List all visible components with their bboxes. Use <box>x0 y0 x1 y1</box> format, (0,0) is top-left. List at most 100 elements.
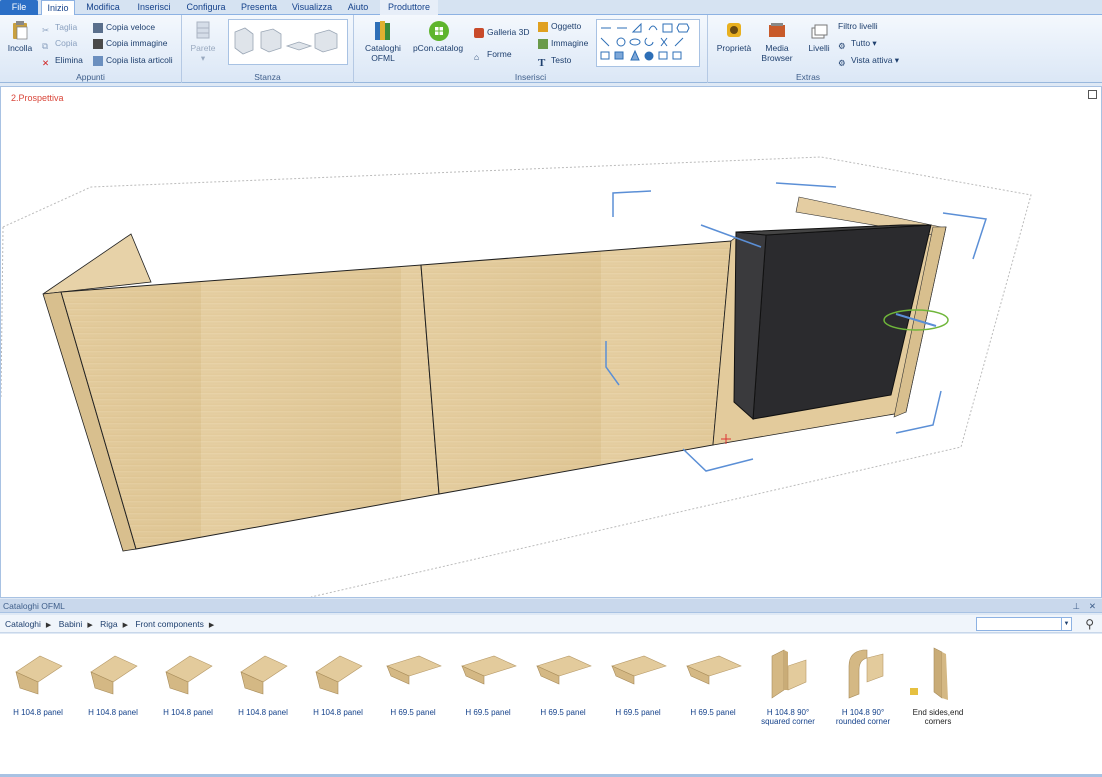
catalog-item[interactable]: H 104.8 90° squared corner <box>752 642 824 726</box>
panel-thumbnail <box>165 655 213 695</box>
paste-button[interactable]: Incolla <box>4 20 36 53</box>
tab-file[interactable]: File <box>0 0 38 15</box>
crumb-front-components[interactable]: Front components <box>135 619 204 629</box>
clipboard-icon <box>10 20 30 40</box>
image-button[interactable]: Immagine <box>538 36 588 50</box>
tab-aiuto[interactable]: Aiuto <box>342 0 374 15</box>
crumb-cataloghi[interactable]: Cataloghi <box>5 619 41 629</box>
chevron-right-icon: ▶ <box>45 622 52 629</box>
crumb-babini[interactable]: Babini <box>59 619 83 629</box>
shapes-icon: ⌂ <box>474 51 480 62</box>
group-extras: Proprietà Media Browser Livelli Filtro l… <box>708 15 908 83</box>
tab-presenta[interactable]: Presenta <box>236 0 282 15</box>
properties-icon <box>724 20 744 40</box>
catalog-items: H 104.8 panel H 104.8 panel H 104.8 pane… <box>0 634 1102 774</box>
group-stanza: Parete ▾ Stanza <box>182 15 354 83</box>
catalog-item[interactable]: H 69.5 panel <box>677 642 749 717</box>
panel-thumbnail <box>536 655 592 685</box>
levels-button[interactable]: Livelli <box>802 20 836 53</box>
room-shapes-icon <box>234 27 338 55</box>
scissors-icon: ✂ <box>42 24 50 35</box>
group-label: Appunti <box>76 72 105 82</box>
catalog-item[interactable]: H 104.8 panel <box>77 642 149 717</box>
catalog-item[interactable]: H 104.8 panel <box>227 642 299 717</box>
folder-icon <box>910 688 918 695</box>
text-icon: T <box>538 56 546 69</box>
text-button[interactable]: T Testo <box>538 53 571 69</box>
viewport-3d[interactable]: 2.Prospettiva <box>0 86 1102 598</box>
object-icon <box>538 21 548 32</box>
gallery-3d-button[interactable]: Galleria 3D <box>474 25 530 39</box>
quick-copy-button[interactable]: Copia veloce <box>93 20 155 34</box>
object-button[interactable]: Oggetto <box>538 19 581 33</box>
quick-copy-icon <box>93 22 103 33</box>
copy-icon: ⧉ <box>42 40 49 51</box>
group-appunti: Incolla ✂ Taglia ⧉ Copia ✕ Elimina Copia ve… <box>0 15 182 83</box>
tab-modifica[interactable]: Modifica <box>80 0 126 15</box>
chevron-right-icon: ▶ <box>122 622 128 629</box>
tab-visualizza[interactable]: Visualizza <box>288 0 336 15</box>
panel-thumbnail <box>90 655 138 695</box>
chevron-right-icon: ▶ <box>208 622 215 629</box>
catalog-item[interactable]: H 69.5 panel <box>452 642 524 717</box>
ribbon-tabs: File Inizio Modifica Inserisci Configura… <box>0 0 1102 16</box>
delete-icon: ✕ <box>42 57 50 68</box>
panel-thumbnail <box>315 655 363 695</box>
front-panel-2[interactable] <box>420 240 732 495</box>
ofml-catalogs-button[interactable]: Cataloghi OFML <box>360 20 406 63</box>
pcon-catalog-button[interactable]: pCon.catalog <box>410 20 466 53</box>
list-icon <box>93 55 103 66</box>
draw-tools-icon <box>600 22 690 61</box>
catalog-item[interactable]: H 69.5 panel <box>602 642 674 717</box>
copy-list-button[interactable]: Copia lista articoli <box>93 53 173 67</box>
image-icon <box>538 38 548 49</box>
copy-image-button[interactable]: Copia immagine <box>93 36 167 50</box>
room-gallery[interactable] <box>228 19 348 65</box>
wall-icon <box>193 20 213 40</box>
catalog-item[interactable]: H 104.8 panel <box>2 642 74 717</box>
close-icon[interactable]: ✕ <box>1089 599 1096 613</box>
pin-icon[interactable]: ⊥ <box>1073 599 1080 613</box>
active-view-dropdown[interactable]: ⚙ Vista attiva ▾ <box>838 53 899 68</box>
search-input[interactable]: ▼ <box>976 617 1072 631</box>
chevron-down-icon[interactable]: ▼ <box>1061 618 1071 630</box>
wall-button[interactable]: Parete ▾ <box>188 20 218 63</box>
catalog-item[interactable]: End sides,end corners <box>902 642 974 726</box>
tab-inizio[interactable]: Inizio <box>41 0 75 16</box>
corner-thumbnail <box>771 649 807 699</box>
catalog-item[interactable]: H 104.8 panel <box>152 642 224 717</box>
catalog-item[interactable]: H 69.5 panel <box>527 642 599 717</box>
cut-button[interactable]: ✂ Taglia <box>42 20 77 35</box>
tab-inserisci[interactable]: Inserisci <box>130 0 178 15</box>
corner-thumbnail <box>848 649 884 699</box>
panel-thumbnail <box>386 655 442 685</box>
catalog-item[interactable]: H 104.8 panel <box>302 642 374 717</box>
panel-thumbnail <box>15 655 63 695</box>
catalog-item[interactable]: H 104.8 90° rounded corner <box>827 642 899 726</box>
levels-icon <box>809 20 829 40</box>
panel-thumbnail <box>686 655 742 685</box>
panel-thumbnail <box>611 655 667 685</box>
properties-button[interactable]: Proprietà <box>714 20 754 53</box>
left-end-panel[interactable] <box>42 233 152 295</box>
view-icon: ⚙ <box>838 57 846 68</box>
level-filter-button[interactable]: Filtro livelli <box>838 19 878 33</box>
camera-icon <box>93 38 103 49</box>
tab-produttore[interactable]: Produttore <box>380 0 438 15</box>
catalog-item[interactable]: H 69.5 panel <box>377 642 449 717</box>
all-dropdown[interactable]: ⚙ Tutto ▾ <box>838 36 877 51</box>
delete-button[interactable]: ✕ Elimina <box>42 53 83 68</box>
media-browser-button[interactable]: Media Browser <box>758 20 796 63</box>
shapes-button[interactable]: ⌂ Forme <box>474 47 512 62</box>
draw-tools-gallery[interactable] <box>596 19 700 67</box>
panel-thumbnail <box>240 655 288 695</box>
crumb-riga[interactable]: Riga <box>100 619 117 629</box>
media-browser-icon <box>767 20 787 40</box>
group-inserisci: Cataloghi OFML pCon.catalog Galleria 3D … <box>354 15 708 83</box>
search-icon[interactable]: ⚲ <box>1085 615 1094 633</box>
copy-button[interactable]: ⧉ Copia <box>42 36 77 51</box>
ribbon: Incolla ✂ Taglia ⧉ Copia ✕ Elimina Copia ve… <box>0 15 1102 83</box>
tab-configura[interactable]: Configura <box>182 0 230 15</box>
scene <box>1 156 1032 597</box>
folder-thumbnail <box>910 647 948 700</box>
